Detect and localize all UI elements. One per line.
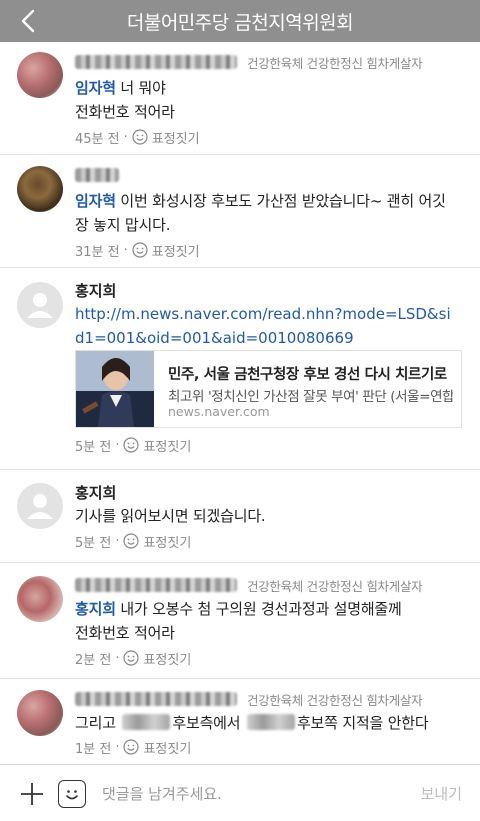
emoji-button[interactable] (58, 780, 86, 808)
comment-item: 건강한육체 건강한정신 힘차게살자 임자혁 너 뭐야 전화번호 적어라 45분 … (0, 42, 480, 155)
comment-text: 그리고 후보측에서 후보쪽 지적을 안한다 (75, 714, 429, 732)
smile-icon[interactable] (123, 650, 140, 666)
comment-text-line2: 장 놓지 맙시다. (75, 216, 171, 234)
timestamp: 5분 전 (75, 535, 112, 551)
smile-icon (66, 790, 78, 800)
plus-icon[interactable] (18, 780, 46, 808)
react-button[interactable]: 표정짓기 (143, 649, 191, 668)
top-bar: 더불어민주당 금천지역위원회 (0, 0, 480, 42)
comment-meta: 31분 전 · 표정짓기 (75, 239, 466, 261)
news-link[interactable]: http://m.news.naver.com/read.nhn?mode=LS… (75, 302, 460, 350)
author-tags: 건강한육체 건강한정신 힘차게살자 (247, 55, 423, 71)
default-avatar-icon (27, 494, 53, 519)
page-title: 더불어민주당 금천지역위원회 (126, 11, 354, 34)
comment-list[interactable]: 건강한육체 건강한정신 힘차게살자 임자혁 너 뭐야 전화번호 적어라 45분 … (0, 42, 480, 764)
avatar[interactable] (17, 166, 63, 212)
author-name-blurred[interactable] (75, 692, 237, 706)
news-photo-icon (76, 351, 154, 427)
avatar[interactable] (17, 52, 63, 98)
comment-text-line2: 전화번호 적어라 (75, 103, 175, 121)
author-name[interactable]: 홍지희 (75, 280, 116, 301)
comment-meta: 2분 전 · 표정짓기 (75, 647, 466, 669)
mention-link[interactable]: 홍지희 (75, 600, 116, 618)
preview-thumbnail (76, 351, 154, 427)
react-button[interactable]: 표정짓기 (143, 532, 191, 551)
timestamp: 31분 전 (75, 244, 120, 260)
smile-icon[interactable] (123, 739, 140, 755)
author-row: 홍지희 (75, 280, 466, 300)
comment-text: 홍지희 내가 오봉수 첨 구의원 경선과정과 설명해줄께 (75, 600, 402, 618)
author-name[interactable]: 홍지희 (75, 482, 116, 503)
timestamp: 45분 전 (75, 131, 120, 147)
author-tags: 건강한육체 건강한정신 힘차게살자 (247, 578, 423, 594)
author-name-blurred[interactable] (75, 55, 237, 69)
avatar[interactable] (17, 282, 63, 328)
avatar[interactable] (17, 483, 63, 529)
timestamp: 2분 전 (75, 652, 112, 668)
comment-meta: 5분 전 · 표정짓기 (75, 434, 191, 456)
smile-icon[interactable] (132, 242, 148, 258)
back-button[interactable] (14, 6, 42, 36)
comment-text: 임자혁 이번 화성시장 후보도 가산점 받았습니다~ 괜히 어깃 (75, 192, 446, 210)
comment-text: 기사를 읽어보시면 되겠습니다. (75, 507, 266, 525)
comment-item: 건강한육체 건강한정신 힘차게살자 그리고 후보측에서 후보쪽 지적을 안한다 … (0, 679, 480, 764)
comment-item: 홍지희 http://m.news.naver.com/read.nhn?mod… (0, 268, 480, 470)
redacted-name (122, 714, 171, 730)
react-button[interactable]: 표정짓기 (152, 128, 200, 147)
react-button[interactable]: 표정짓기 (143, 738, 191, 757)
comment-text: 임자혁 너 뭐야 (75, 79, 166, 97)
author-row: 건강한육체 건강한정신 힘차게살자 (75, 575, 466, 595)
separator: · (123, 129, 128, 145)
smile-icon[interactable] (123, 533, 140, 549)
separator: · (123, 242, 128, 258)
chevron-left-icon (21, 9, 35, 33)
comment-item: 임자혁 이번 화성시장 후보도 가산점 받았습니다~ 괜히 어깃 장 놓지 맙시… (0, 155, 480, 268)
link-preview-card[interactable]: 민주, 서울 금천구청장 후보 경선 다시 치르기로 최고위 '정치신인 가산점… (75, 350, 462, 428)
mention-link[interactable]: 임자혁 (75, 79, 116, 97)
author-tags: 건강한육체 건강한정신 힘차게살자 (247, 692, 423, 708)
separator: · (115, 533, 120, 549)
comment-text-line2: 전화번호 적어라 (75, 624, 175, 642)
avatar[interactable] (17, 690, 63, 736)
smile-icon[interactable] (123, 437, 140, 453)
separator: · (115, 650, 120, 666)
comment-meta: 1분 전 · 표정짓기 (75, 736, 466, 758)
react-button[interactable]: 표정짓기 (152, 241, 200, 260)
comment-input-bar: 보내기 (0, 764, 480, 821)
author-row: 건강한육체 건강한정신 힘차게살자 (75, 689, 466, 709)
redacted-name (246, 714, 295, 730)
separator: · (115, 437, 120, 453)
preview-description: 최고위 '정치신인 가산점 잘못 부여' 판단 (서울=연합뉴스) (168, 389, 453, 405)
smile-icon[interactable] (132, 129, 148, 145)
avatar[interactable] (17, 576, 63, 622)
comment-item: 건강한육체 건강한정신 힘차게살자 홍지희 내가 오봉수 첨 구의원 경선과정과… (0, 563, 480, 679)
author-name-blurred[interactable] (75, 578, 237, 592)
comment-input[interactable] (102, 779, 392, 809)
comment-meta: 5분 전 · 표정짓기 (75, 530, 466, 552)
timestamp: 1분 전 (75, 741, 112, 757)
react-button[interactable]: 표정짓기 (143, 436, 191, 455)
timestamp: 5분 전 (75, 439, 112, 455)
default-avatar-icon (27, 293, 53, 318)
send-button[interactable]: 보내기 (421, 783, 462, 804)
comment-meta: 45분 전 · 표정짓기 (75, 126, 466, 148)
preview-title: 민주, 서울 금천구청장 후보 경선 다시 치르기로 (168, 367, 447, 383)
comment-item: 홍지희 기사를 읽어보시면 되겠습니다. 5분 전 · 표정짓기 (0, 470, 480, 563)
mention-link[interactable]: 임자혁 (75, 192, 116, 210)
author-row: 홍지희 (75, 482, 466, 502)
separator: · (115, 739, 120, 755)
preview-domain: news.naver.com (168, 404, 270, 419)
author-row: 건강한육체 건강한정신 힘차게살자 (75, 52, 466, 72)
author-row (75, 165, 466, 185)
author-name-blurred[interactable] (75, 168, 119, 182)
